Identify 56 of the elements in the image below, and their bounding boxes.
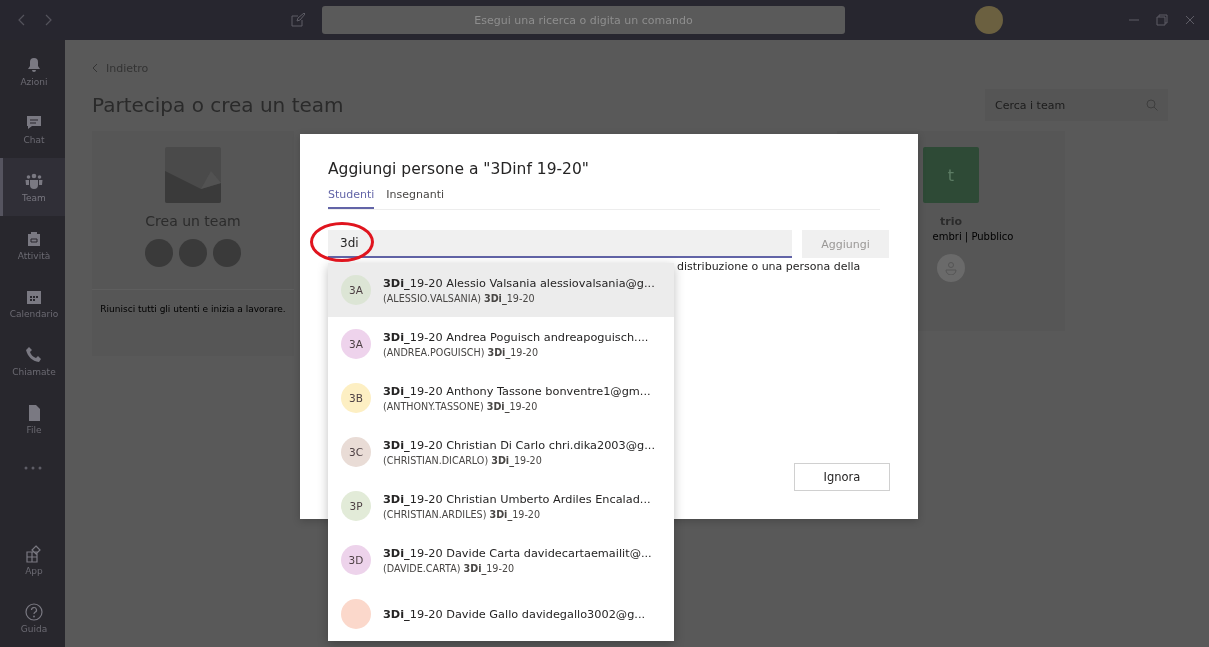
- avatar-initials: 3P: [341, 491, 371, 521]
- compose-icon[interactable]: [291, 13, 305, 27]
- suggestion-detail: (DAVIDE.CARTA) 3Di_19-20: [383, 562, 516, 574]
- suggestion-name: 3Di_19-20 Alessio Valsania alessiovalsania@g...: [383, 276, 655, 290]
- avatar-initials: 3A: [341, 329, 371, 359]
- suggestion-name: 3Di_19-20 Davide Gallo davidegallo3002@g...: [383, 607, 646, 621]
- suggestion-name: 3Di_19-20 Andrea Poguisch andreapoguisch....: [383, 330, 649, 344]
- avatar-circle: [179, 239, 207, 267]
- suggestion-detail: (CHRISTIAN.DICARLO) 3Di_19-20: [383, 454, 543, 466]
- maximize-icon[interactable]: [1155, 13, 1169, 27]
- chevron-left-icon: [92, 63, 98, 73]
- avatar-initials: 3C: [341, 437, 371, 467]
- avatar-circle: [213, 239, 241, 267]
- team-icon: [24, 171, 44, 191]
- rail-item[interactable]: Chat: [0, 100, 65, 158]
- suggestion-detail: (CHRISTIAN.ARDILES) 3Di_19-20: [383, 508, 542, 520]
- avatar-initials: 3A: [341, 275, 371, 305]
- suggestion-name: 3Di_19-20 Christian Umberto Ardiles Encalad...: [383, 492, 651, 506]
- rail-item[interactable]: File: [0, 390, 65, 448]
- suggestion-item[interactable]: 3P 3Di_19-20 Christian Umberto Ardiles Encalad... (CHRISTIAN.ARDILES) 3Di_19-20: [328, 479, 674, 533]
- suggestion-name: 3Di_19-20 Christian Di Carlo chri.dika2003@g...: [383, 438, 655, 452]
- suggestion-item[interactable]: 3A 3Di_19-20 Alessio Valsania alessiovalsania@g... (ALESSIO.VALSANIA) 3Di_19-20: [328, 263, 674, 317]
- avatar-circle[interactable]: [975, 6, 1003, 34]
- card-description: Riunisci tutti gli utenti e inizia a lavorare.: [92, 289, 294, 314]
- rail-item[interactable]: App: [0, 531, 65, 589]
- rail-item[interactable]: Guida: [0, 589, 65, 647]
- suggestion-name: 3Di_19-20 Anthony Tassone bonventre1@gm...: [383, 384, 651, 398]
- phone-icon: [24, 345, 44, 365]
- more-icon[interactable]: [23, 466, 42, 470]
- avatar-circle: [145, 239, 173, 267]
- people-search-field[interactable]: 3di: [328, 230, 792, 258]
- suggestion-item[interactable]: 3B 3Di_19-20 Anthony Tassone bonventre1@gm... (ANTHONY.TASSONE) 3Di_19-20: [328, 371, 674, 425]
- suggestion-detail: (ANDREA.POGUISCH) 3Di_19-20: [383, 346, 540, 358]
- image-placeholder-icon: [165, 147, 221, 203]
- suggestion-item[interactable]: 3Di_19-20 Davide Gallo davidegallo3002@g...: [328, 587, 674, 641]
- rail-item[interactable]: Azioni: [0, 42, 65, 100]
- avatar-initials: 3B: [341, 383, 371, 413]
- rail-item[interactable]: Calendario: [0, 274, 65, 332]
- suggestion-detail: (ALESSIO.VALSANIA) 3Di_19-20: [383, 292, 536, 304]
- suggestion-name: 3Di_19-20 Davide Carta davidecartaemailit@...: [383, 546, 652, 560]
- suggestion-item[interactable]: 3C 3Di_19-20 Christian Di Carlo chri.dika2003@g... (CHRISTIAN.DICARLO) 3Di_19-20: [328, 425, 674, 479]
- team-meta: embri | Pubblico: [931, 231, 1014, 242]
- suggestion-item[interactable]: 3D 3Di_19-20 Davide Carta davidecartaemailit@... (DAVIDE.CARTA) 3Di_19-20: [328, 533, 674, 587]
- avatar-initials: 3D: [341, 545, 371, 575]
- help-icon: [24, 602, 44, 622]
- annotation-circle: [310, 222, 374, 262]
- rail-item[interactable]: Chiamate: [0, 332, 65, 390]
- suggestion-detail: (ANTHONY.TASSONE) 3Di_19-20: [383, 400, 539, 412]
- rail-item[interactable]: Team: [0, 158, 65, 216]
- dismiss-button[interactable]: Ignora: [794, 463, 890, 491]
- dialog-title: Aggiungi persone a "3Dinf 19-20": [328, 160, 590, 178]
- suggestion-item[interactable]: 3A 3Di_19-20 Andrea Poguisch andreapoguisch.... (ANDREA.POGUISCH) 3Di_19-20: [328, 317, 674, 371]
- rail-item[interactable]: Attività: [0, 216, 65, 274]
- tab[interactable]: Studenti: [328, 188, 375, 209]
- tab[interactable]: Insegnanti: [386, 188, 445, 209]
- close-icon[interactable]: [1183, 13, 1197, 27]
